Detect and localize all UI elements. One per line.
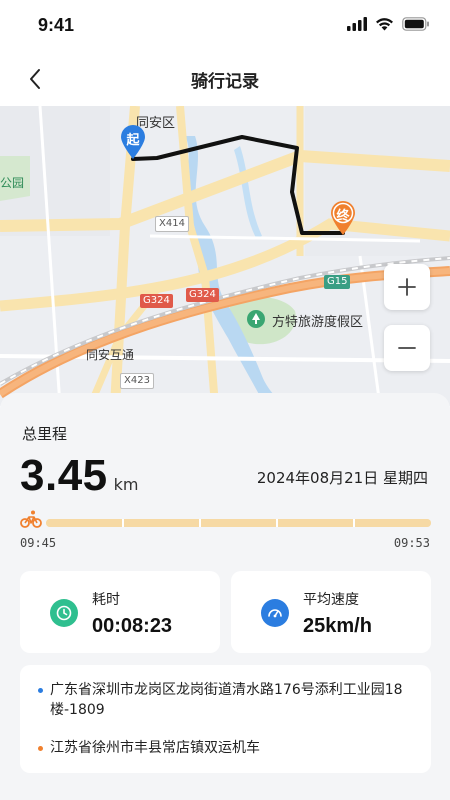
end-marker[interactable]: 终	[330, 200, 356, 236]
ride-summary-sheet: 总里程 3.45 km 2024年08月21日 星期四 09:45 09:53	[0, 393, 450, 800]
route-map[interactable]: 同安区 公园 方特旅游度假区 同安互通 X414 G324 G324 G15 X…	[0, 106, 450, 406]
wifi-icon	[376, 18, 393, 31]
start-marker[interactable]: 起	[120, 124, 146, 160]
status-bar: 9:41	[0, 0, 450, 52]
speedometer-icon	[261, 599, 289, 627]
end-dot	[38, 746, 43, 751]
resort-poi-icon	[247, 310, 265, 328]
status-icons	[347, 17, 430, 31]
road-tag-x414: X414	[155, 216, 189, 232]
speed-label: 平均速度	[303, 592, 359, 608]
battery-icon	[402, 17, 429, 31]
map-label-resort: 方特旅游度假区	[272, 315, 364, 330]
minus-icon	[398, 347, 416, 349]
clock-icon	[50, 599, 78, 627]
start-marker-label: 起	[126, 133, 140, 148]
speed-card: 平均速度 25km/h	[231, 571, 431, 653]
end-address: 江苏省徐州市丰县常店镇双运机车	[38, 738, 413, 758]
address-card: 广东省深圳市龙岗区龙岗街道清水路176号添利工业园18楼-1809 江苏省徐州市…	[20, 665, 431, 773]
progress-tick	[276, 519, 278, 527]
ride-timeline	[20, 509, 432, 531]
end-marker-label: 终	[336, 209, 350, 224]
duration-value: 00:08:23	[92, 615, 173, 637]
total-distance: 3.45 km	[20, 451, 139, 501]
end-address-text: 江苏省徐州市丰县常店镇双运机车	[50, 740, 260, 756]
distance-value: 3.45	[20, 451, 108, 500]
status-time: 9:41	[38, 15, 75, 35]
progress-tick	[353, 519, 355, 527]
nav-bar: 骑行记录	[0, 52, 450, 106]
map-label-interchange: 同安互通	[86, 348, 135, 362]
progress-tick	[199, 519, 201, 527]
start-dot	[38, 688, 43, 693]
road-tag-x423: X423	[120, 373, 154, 389]
page-title: 骑行记录	[191, 72, 259, 92]
map-background	[0, 106, 450, 406]
progress-tick	[122, 519, 124, 527]
distance-unit: km	[113, 475, 139, 494]
bicycle-icon	[20, 510, 42, 528]
road-tag-g15: G15	[324, 275, 351, 289]
duration-card: 耗时 00:08:23	[20, 571, 220, 653]
zoom-out-button[interactable]	[384, 325, 430, 371]
end-time: 09:53	[393, 536, 430, 550]
zoom-in-button[interactable]	[384, 264, 430, 310]
plus-icon	[398, 278, 416, 296]
map-label-park: 公园	[0, 176, 25, 190]
ride-progress-bar	[46, 519, 431, 527]
start-time: 09:45	[20, 536, 57, 550]
start-address: 广东省深圳市龙岗区龙岗街道清水路176号添利工业园18楼-1809	[38, 680, 413, 720]
road-tag-g324-b: G324	[186, 288, 219, 302]
start-address-text: 广东省深圳市龙岗区龙岗街道清水路176号添利工业园18楼-1809	[50, 682, 403, 718]
ride-date: 2024年08月21日 星期四	[256, 469, 428, 487]
signal-icon	[347, 17, 367, 31]
ride-progress-fill	[46, 519, 431, 527]
speed-value: 25km/h	[303, 615, 372, 637]
total-distance-label: 总里程	[22, 425, 68, 443]
duration-label: 耗时	[92, 592, 120, 608]
road-tag-g324-a: G324	[140, 294, 173, 308]
